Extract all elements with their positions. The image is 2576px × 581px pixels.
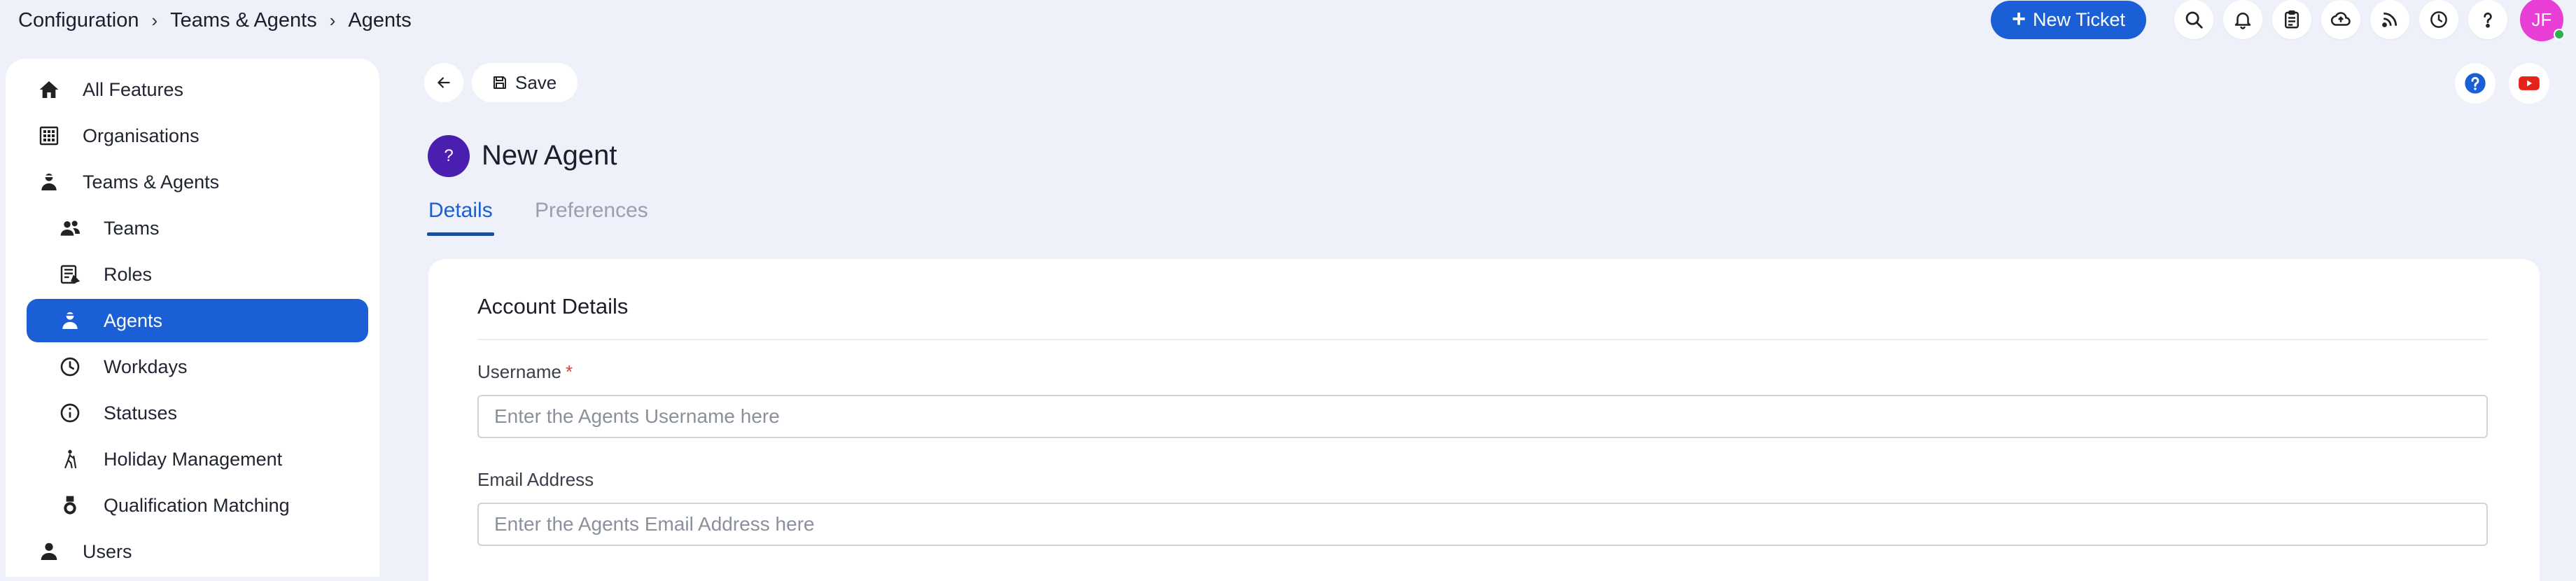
home-icon (36, 77, 62, 102)
clock-icon (57, 354, 83, 379)
help-button[interactable] (2455, 63, 2496, 104)
clock-icon[interactable] (2419, 0, 2458, 39)
save-label: Save (515, 71, 557, 93)
sidebar-item-users[interactable]: Users (27, 530, 368, 573)
email-label: Email Address (477, 469, 594, 490)
section-title: Account Details (477, 294, 629, 318)
sidebar-item-teams[interactable]: Teams (27, 206, 368, 250)
user-icon (36, 539, 62, 564)
sidebar-item-qualification-matching[interactable]: Qualification Matching (27, 484, 368, 527)
clipboard-icon[interactable] (2272, 0, 2311, 39)
agent-icon (57, 308, 83, 333)
agent-icon (36, 169, 62, 195)
top-toolbar: + New Ticket JF (1991, 0, 2565, 41)
sidebar-item-organisations[interactable]: Organisations (27, 114, 368, 158)
youtube-icon (2519, 76, 2540, 90)
plus-icon: + (2012, 5, 2026, 32)
agent-avatar-text: ? (444, 146, 454, 165)
page-title: New Agent (482, 140, 617, 171)
youtube-button[interactable] (2509, 63, 2549, 104)
arrow-left-icon (438, 77, 450, 88)
sidebar-item-label: Users (83, 540, 132, 562)
sidebar-item-roles[interactable]: Roles (27, 253, 368, 296)
bell-icon[interactable] (2223, 0, 2262, 39)
sidebar-item-workdays[interactable]: Workdays (27, 345, 368, 388)
sidebar-item-label: Organisations (83, 125, 200, 146)
breadcrumb: Configuration › Teams & Agents › Agents (18, 6, 412, 35)
required-asterisk: * (565, 361, 573, 382)
online-status-dot (2554, 29, 2565, 40)
breadcrumb-item-teams-agents[interactable]: Teams & Agents (170, 9, 317, 32)
cloud-upload-icon[interactable] (2321, 0, 2360, 39)
help-circle-icon (2465, 73, 2486, 94)
sidebar-item-label: All Features (83, 78, 184, 100)
chevron-right-icon: › (329, 9, 336, 31)
sidebar-item-label: Teams & Agents (83, 171, 220, 192)
medal-icon (57, 493, 83, 518)
sidebar-item-all-features[interactable]: All Features (27, 68, 368, 111)
sidebar-item-holiday-management[interactable]: Holiday Management (27, 438, 368, 481)
hiking-icon (57, 447, 83, 472)
sidebar-item-label: Agents (104, 309, 163, 331)
new-ticket-label: New Ticket (2032, 8, 2125, 30)
agent-avatar: ? (428, 135, 470, 177)
sidebar-item-agents[interactable]: Agents (27, 299, 368, 342)
breadcrumb-item-configuration[interactable]: Configuration (18, 9, 139, 32)
tab-preferences[interactable]: Preferences (535, 199, 648, 235)
username-label-text: Username (477, 361, 561, 382)
question-icon[interactable] (2468, 0, 2507, 39)
team-icon (57, 216, 83, 241)
info-icon (57, 400, 83, 426)
sidebar-item-label: Statuses (104, 402, 178, 424)
breadcrumb-item-agents: Agents (348, 8, 412, 31)
roles-icon (57, 262, 83, 287)
rss-icon[interactable] (2370, 0, 2409, 39)
sidebar-item-label: Teams (104, 217, 160, 239)
search-icon[interactable] (2174, 0, 2213, 39)
section-divider (477, 339, 2488, 340)
new-ticket-button[interactable]: + New Ticket (1991, 0, 2146, 39)
floppy-disk-icon (493, 76, 506, 89)
tab-details[interactable]: Details (427, 199, 494, 236)
sidebar-item-label: Workdays (104, 356, 188, 377)
sidebar-item-label: Holiday Management (104, 448, 283, 470)
sidebar-item-label: Qualification Matching (104, 494, 290, 516)
sidebar-item-statuses[interactable]: Statuses (27, 391, 368, 435)
avatar-initials: JF (2531, 8, 2552, 30)
username-input[interactable] (477, 395, 2488, 438)
save-button[interactable]: Save (472, 63, 578, 102)
back-button[interactable] (424, 63, 463, 102)
sidebar-item-teams-agents[interactable]: Teams & Agents (27, 160, 368, 204)
building-icon (36, 123, 62, 148)
email-input[interactable] (477, 503, 2488, 546)
chevron-right-icon: › (151, 9, 158, 31)
user-avatar[interactable]: JF (2520, 0, 2565, 41)
username-label: Username * (477, 361, 573, 383)
sidebar-item-label: Roles (104, 263, 153, 285)
